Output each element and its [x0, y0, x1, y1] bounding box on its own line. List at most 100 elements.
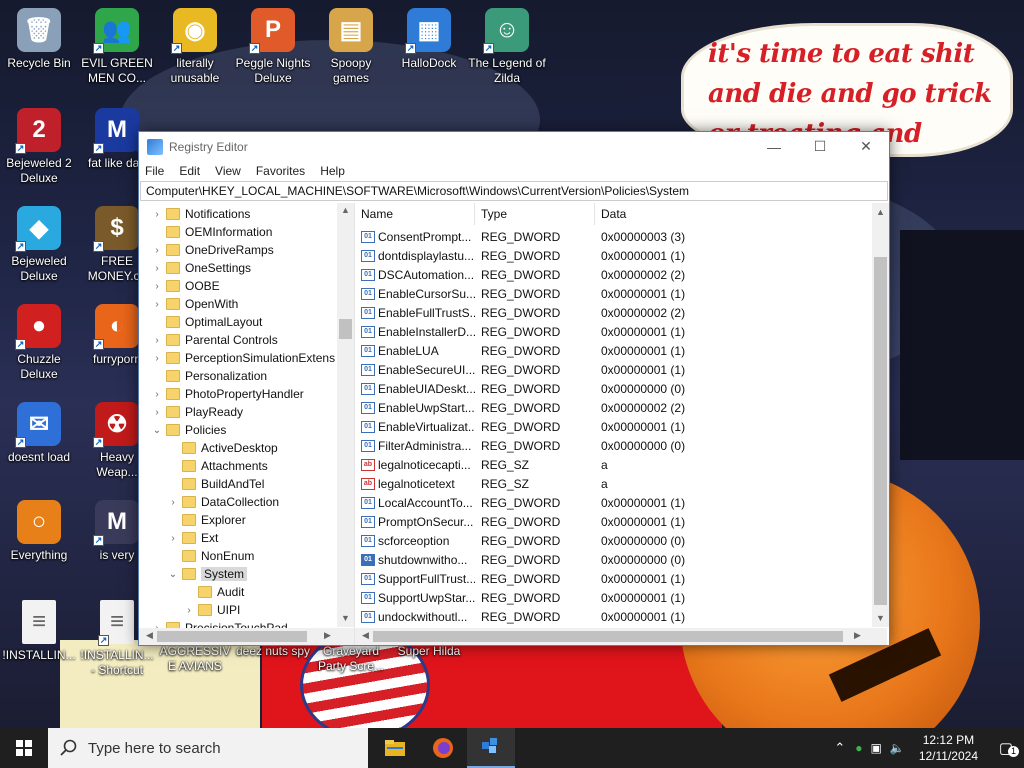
tree-item[interactable]: Attachments: [167, 457, 268, 475]
chevron-right-icon[interactable]: ›: [167, 533, 179, 544]
tree-scroll-thumb[interactable]: [339, 319, 352, 339]
address-bar[interactable]: Computer\HKEY_LOCAL_MACHINE\SOFTWARE\Mic…: [140, 181, 888, 201]
tree-item[interactable]: › OneDriveRamps: [151, 241, 273, 259]
values-scroll-thumb[interactable]: [874, 257, 887, 605]
registry-value-row[interactable]: 01 undockwithoutl... REG_DWORD 0x00000001 (…: [355, 607, 869, 626]
registry-value-row[interactable]: 01 DSCAutomation... REG_DWORD 0x00000002 (2…: [355, 265, 869, 284]
menu-edit[interactable]: Edit: [179, 164, 200, 178]
taskbar-app-file-explorer[interactable]: [371, 728, 419, 768]
tree-item[interactable]: ⌄ System: [167, 565, 248, 583]
desktop-icon[interactable]: ▦ ↗ HalloDock: [390, 8, 468, 71]
chevron-down-icon[interactable]: ⌄: [151, 425, 163, 436]
tree-item[interactable]: Personalization: [151, 367, 267, 385]
values-list-pane[interactable]: Name Type Data ▲ ▼ ◀ ▶ 01 ConsentPrompt..…: [355, 203, 889, 645]
tree-item[interactable]: OptimalLayout: [151, 313, 262, 331]
registry-value-row[interactable]: 01 EnableSecureUI... REG_DWORD 0x00000001 (…: [355, 360, 869, 379]
desktop-icon[interactable]: P ↗ Peggle Nights Deluxe: [234, 8, 312, 86]
tree-item[interactable]: › Parental Controls: [151, 331, 277, 349]
menu-file[interactable]: File: [145, 164, 164, 178]
chevron-right-icon[interactable]: ›: [151, 281, 163, 292]
scroll-up-icon[interactable]: ▲: [337, 205, 354, 215]
scroll-left-icon[interactable]: ◀: [357, 630, 374, 641]
desktop-icon[interactable]: ◆ ↗ Bejeweled Deluxe: [0, 206, 78, 284]
registry-value-row[interactable]: ab legalnoticetext REG_SZ a: [355, 474, 869, 493]
tree-item[interactable]: OEMInformation: [151, 223, 272, 241]
desktop-icon[interactable]: ● ↗ Chuzzle Deluxe: [0, 304, 78, 382]
tree-item[interactable]: › Ext: [167, 529, 218, 547]
tree-vertical-scrollbar[interactable]: [337, 203, 354, 627]
registry-value-row[interactable]: 01 PromptOnSecur... REG_DWORD 0x00000001 (1…: [355, 512, 869, 531]
registry-value-row[interactable]: 01 SupportFullTrust... REG_DWORD 0x00000001…: [355, 569, 869, 588]
column-header-type[interactable]: Type: [475, 203, 595, 225]
close-button[interactable]: ✕: [843, 132, 889, 161]
volume-icon[interactable]: 🔈: [890, 741, 905, 755]
chevron-down-icon[interactable]: ⌄: [167, 569, 179, 580]
scroll-down-icon[interactable]: ▼: [337, 613, 354, 623]
chevron-right-icon[interactable]: ›: [151, 407, 163, 418]
desktop-icon[interactable]: ○ Everything: [0, 500, 78, 563]
menu-view[interactable]: View: [215, 164, 241, 178]
chevron-right-icon[interactable]: ›: [151, 353, 163, 364]
tree-item[interactable]: › PhotoPropertyHandler: [151, 385, 303, 403]
registry-value-row[interactable]: 01 ConsentPrompt... REG_DWORD 0x00000003 (3…: [355, 227, 869, 246]
tree-item[interactable]: › OOBE: [151, 277, 219, 295]
tree-item[interactable]: BuildAndTel: [167, 475, 264, 493]
column-header-data[interactable]: Data: [595, 203, 869, 225]
tree-item[interactable]: Explorer: [167, 511, 246, 529]
chevron-right-icon[interactable]: ›: [151, 389, 163, 400]
key-tree-pane[interactable]: ›PrecisionTouchPad›UIPIAudit⌄SystemNonEn…: [139, 203, 355, 645]
chevron-up-icon[interactable]: ⌃: [834, 740, 845, 756]
tree-item[interactable]: ⌄ Policies: [151, 421, 227, 439]
desktop-icon[interactable]: 👥 ↗ EVIL GREEN MEN CO...: [78, 8, 156, 86]
scroll-down-icon[interactable]: ▼: [872, 613, 889, 623]
chevron-right-icon[interactable]: ›: [151, 263, 163, 274]
chevron-right-icon[interactable]: ›: [151, 245, 163, 256]
registry-value-row[interactable]: 01 EnableUwpStart... REG_DWORD 0x00000002 (…: [355, 398, 869, 417]
values-horizontal-scrollbar[interactable]: ◀ ▶: [355, 628, 887, 645]
scroll-up-icon[interactable]: ▲: [872, 207, 889, 217]
chevron-right-icon[interactable]: ›: [151, 335, 163, 346]
tree-item[interactable]: NonEnum: [167, 547, 254, 565]
tree-item[interactable]: › OpenWith: [151, 295, 238, 313]
scroll-right-icon[interactable]: ▶: [849, 630, 866, 641]
registry-value-row[interactable]: ab legalnoticecapti... REG_SZ a: [355, 455, 869, 474]
values-hscroll-thumb[interactable]: [373, 631, 843, 642]
people-icon[interactable]: ●: [855, 741, 862, 755]
taskbar-app-registry-editor[interactable]: [467, 728, 515, 768]
chevron-right-icon[interactable]: ›: [183, 605, 195, 616]
chevron-right-icon[interactable]: ›: [151, 209, 163, 220]
desktop-icon[interactable]: ◉ ↗ literally unusable: [156, 8, 234, 86]
registry-value-row[interactable]: 01 scforceoption REG_DWORD 0x00000000 (0): [355, 531, 869, 550]
column-header-name[interactable]: Name: [355, 203, 475, 225]
notifications-button[interactable]: ▢ 1: [988, 728, 1024, 768]
registry-value-row[interactable]: 01 LocalAccountTo... REG_DWORD 0x00000001 (…: [355, 493, 869, 512]
tree-item[interactable]: › Notifications: [151, 205, 250, 223]
minimize-button[interactable]: —: [751, 132, 797, 161]
registry-value-row[interactable]: 01 EnableFullTrustS... REG_DWORD 0x00000002…: [355, 303, 869, 322]
tree-item[interactable]: › OneSettings: [151, 259, 251, 277]
network-icon[interactable]: ▣: [871, 741, 882, 755]
registry-value-row[interactable]: 01 dontdisplaylastu... REG_DWORD 0x00000001…: [355, 246, 869, 265]
tree-item[interactable]: › UIPI: [183, 601, 240, 619]
maximize-button[interactable]: ☐: [797, 132, 843, 161]
registry-value-row[interactable]: 01 FilterAdministra... REG_DWORD 0x00000000…: [355, 436, 869, 455]
scroll-left-icon[interactable]: ◀: [141, 630, 158, 641]
desktop-icon[interactable]: ✉ ↗ doesnt load: [0, 402, 78, 465]
registry-value-row[interactable]: 01 EnableUIADeskt... REG_DWORD 0x00000000 (…: [355, 379, 869, 398]
chevron-right-icon[interactable]: ›: [167, 497, 179, 508]
desktop-icon[interactable]: 2 ↗ Bejeweled 2 Deluxe: [0, 108, 78, 186]
desktop-icon[interactable]: ▤ Spoopy games: [312, 8, 390, 86]
chevron-right-icon[interactable]: ›: [151, 299, 163, 310]
menu-help[interactable]: Help: [320, 164, 345, 178]
tree-item[interactable]: › PerceptionSimulationExtens: [151, 349, 335, 367]
tree-horizontal-scrollbar[interactable]: ◀ ▶: [139, 628, 354, 645]
registry-value-row[interactable]: 01 EnableInstallerD... REG_DWORD 0x00000001…: [355, 322, 869, 341]
registry-editor-window[interactable]: Registry Editor — ☐ ✕ File Edit View Fav…: [138, 131, 890, 646]
taskbar-search-box[interactable]: Type here to search: [48, 728, 368, 768]
tree-item[interactable]: › DataCollection: [167, 493, 279, 511]
registry-value-row[interactable]: 01 EnableLUA REG_DWORD 0x00000001 (1): [355, 341, 869, 360]
desktop-icon[interactable]: ☺ ↗ The Legend of Zilda: [468, 8, 546, 86]
tree-hscroll-thumb[interactable]: [157, 631, 307, 642]
registry-value-row[interactable]: 01 SupportUwpStar... REG_DWORD 0x00000001 (…: [355, 588, 869, 607]
tree-item[interactable]: Audit: [183, 583, 244, 601]
